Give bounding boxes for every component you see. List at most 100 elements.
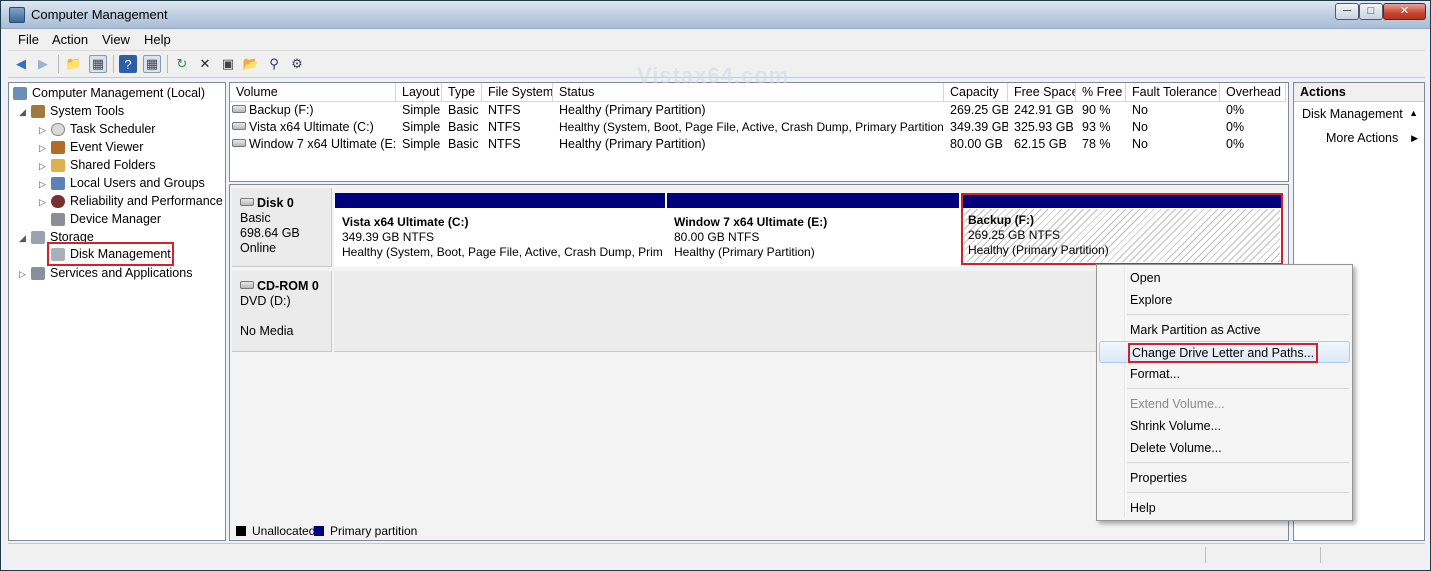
delete-icon[interactable]: ✕	[196, 55, 214, 73]
fault-tolerance-cell: No	[1132, 120, 1148, 134]
maximize-button[interactable]: □	[1359, 3, 1383, 20]
show-hide-action-pane-icon[interactable]: ▦	[143, 55, 161, 73]
more-actions-item[interactable]: More Actions ▶	[1294, 129, 1424, 149]
volume-name-cell: Backup (F:)	[230, 103, 396, 119]
legend-unallocated: Unallocated	[236, 524, 315, 538]
column-header-fault-tolerance[interactable]: Fault Tolerance	[1126, 83, 1220, 102]
tree-item-local-users[interactable]: Local Users and Groups	[51, 174, 205, 192]
menu-item-change-drive-letter[interactable]: Change Drive Letter and Paths...	[1128, 343, 1319, 363]
collapsed-arrow-icon[interactable]: ▷	[39, 197, 46, 208]
search-icon[interactable]: ⚲	[265, 55, 283, 73]
tree-item-task-scheduler[interactable]: Task Scheduler	[51, 120, 155, 138]
menu-item-explore[interactable]: Explore	[1130, 293, 1172, 307]
column-header-percent-free[interactable]: % Free	[1076, 83, 1126, 102]
column-header-overhead[interactable]: Overhead	[1220, 83, 1286, 102]
actions-section-disk-management[interactable]: Disk Management ▲	[1294, 105, 1424, 125]
menu-item-delete-volume[interactable]: Delete Volume...	[1130, 441, 1222, 455]
status-cell: Healthy (System, Boot, Page File, Active…	[559, 120, 944, 134]
column-header-capacity[interactable]: Capacity	[944, 83, 1008, 102]
properties-icon[interactable]: ▣	[219, 55, 237, 73]
tree-item-reliability[interactable]: Reliability and Performance	[51, 192, 223, 210]
partition-c[interactable]: Vista x64 Ultimate (C:) 349.39 GB NTFS H…	[335, 193, 665, 266]
partition-e[interactable]: Window 7 x64 Ultimate (E:) 80.00 GB NTFS…	[667, 193, 959, 266]
menu-view[interactable]: View	[102, 32, 130, 47]
collapse-arrow-icon[interactable]: ▲	[1409, 108, 1418, 118]
toolbar-separator	[58, 55, 59, 73]
percent-free-cell: 93 %	[1082, 120, 1111, 134]
services-icon	[31, 266, 45, 280]
disk-size: 698.64 GB	[240, 226, 300, 240]
expanded-arrow-icon[interactable]: ◢	[19, 107, 26, 118]
clock-icon	[51, 122, 65, 136]
tree-item-event-viewer[interactable]: Event Viewer	[51, 138, 143, 156]
layout-cell: Simple	[402, 120, 441, 134]
menu-item-mark-active[interactable]: Mark Partition as Active	[1130, 323, 1261, 337]
menu-item-help[interactable]: Help	[1130, 501, 1156, 515]
context-menu: Open Explore Mark Partition as Active Ch…	[1096, 264, 1353, 521]
disk-state: Online	[240, 241, 277, 255]
collapsed-arrow-icon[interactable]: ▷	[39, 161, 46, 172]
status-bar	[8, 543, 1425, 565]
status-cell: Healthy (Primary Partition)	[559, 103, 706, 117]
show-hide-tree-icon[interactable]: ▦	[89, 55, 107, 73]
collapsed-arrow-icon[interactable]: ▷	[19, 269, 26, 280]
partition-size: 349.39 GB NTFS	[342, 230, 435, 244]
help-icon[interactable]: ?	[119, 55, 137, 73]
cdrom-0-label[interactable]: CD-ROM 0 DVD (D:) No Media	[232, 271, 332, 352]
back-arrow-icon[interactable]: ◀	[12, 55, 30, 73]
partition-size: 269.25 GB NTFS	[968, 228, 1061, 242]
partition-body: Vista x64 Ultimate (C:) 349.39 GB NTFS H…	[338, 211, 662, 263]
menu-item-open[interactable]: Open	[1130, 271, 1161, 285]
forward-arrow-icon[interactable]: ▶	[34, 55, 52, 73]
menu-item-shrink-volume[interactable]: Shrink Volume...	[1130, 419, 1221, 433]
collapsed-arrow-icon[interactable]: ▷	[39, 179, 46, 190]
partition-name: Window 7 x64 Ultimate (E:)	[674, 215, 828, 229]
minimize-button[interactable]: ─	[1335, 3, 1359, 20]
partition-f[interactable]: Backup (F:) 269.25 GB NTFS Healthy (Prim…	[961, 193, 1283, 265]
volume-name-cell: Window 7 x64 Ultimate (E:)	[230, 137, 396, 153]
column-header-layout[interactable]: Layout	[396, 83, 442, 102]
column-header-type[interactable]: Type	[442, 83, 482, 102]
menu-item-format[interactable]: Format...	[1130, 367, 1180, 381]
menu-action[interactable]: Action	[52, 32, 88, 47]
collapsed-arrow-icon[interactable]: ▷	[39, 143, 46, 154]
tree-item-device-manager[interactable]: Device Manager	[51, 210, 161, 228]
menu-bar: File Action View Help	[8, 29, 1425, 51]
column-header-file-system[interactable]: File System	[482, 83, 553, 102]
menu-help[interactable]: Help	[144, 32, 171, 47]
settings-icon[interactable]: ⚙	[288, 55, 306, 73]
capacity-cell: 349.39 GB	[950, 120, 1008, 134]
disk-0-label[interactable]: Disk 0 Basic 698.64 GB Online	[232, 188, 332, 267]
tree-item-system-tools[interactable]: System Tools	[31, 102, 124, 120]
menu-item-properties[interactable]: Properties	[1130, 471, 1187, 485]
tree-item-services[interactable]: Services and Applications	[31, 264, 192, 282]
capacity-cell: 269.25 GB	[950, 103, 1008, 117]
collapsed-arrow-icon[interactable]: ▷	[39, 125, 46, 136]
drive-icon	[232, 122, 246, 130]
tree-item-disk-management[interactable]: Disk Management	[47, 242, 174, 266]
menu-file[interactable]: File	[18, 32, 39, 47]
tree-item-root[interactable]: Computer Management (Local)	[13, 84, 205, 102]
open-folder-icon[interactable]: 📂	[242, 55, 260, 73]
layout-cell: Simple	[402, 137, 441, 151]
event-viewer-icon	[51, 140, 65, 154]
expanded-arrow-icon[interactable]: ◢	[19, 233, 26, 244]
column-header-free-space[interactable]: Free Space	[1008, 83, 1076, 102]
tree-item-shared-folders[interactable]: Shared Folders	[51, 156, 155, 174]
reliability-icon	[51, 194, 65, 208]
tools-icon	[31, 104, 45, 118]
menu-separator	[1127, 462, 1349, 463]
column-header-volume[interactable]: Volume	[230, 83, 396, 102]
unallocated-swatch	[236, 526, 246, 536]
type-cell: Basic	[448, 137, 479, 151]
up-folder-icon[interactable]: 📁	[65, 55, 83, 73]
hard-disk-icon	[240, 198, 254, 206]
drive-icon	[232, 105, 246, 113]
window-title: Computer Management	[31, 7, 168, 22]
refresh-icon[interactable]: ↻	[173, 55, 191, 73]
title-bar: Computer Management ─ □ ✕	[1, 1, 1430, 29]
close-button[interactable]: ✕	[1383, 3, 1426, 20]
partition-body: Window 7 x64 Ultimate (E:) 80.00 GB NTFS…	[670, 211, 956, 263]
free-space-cell: 62.15 GB	[1014, 137, 1067, 151]
disk-0-partitions: Vista x64 Ultimate (C:) 349.39 GB NTFS H…	[334, 193, 1284, 267]
